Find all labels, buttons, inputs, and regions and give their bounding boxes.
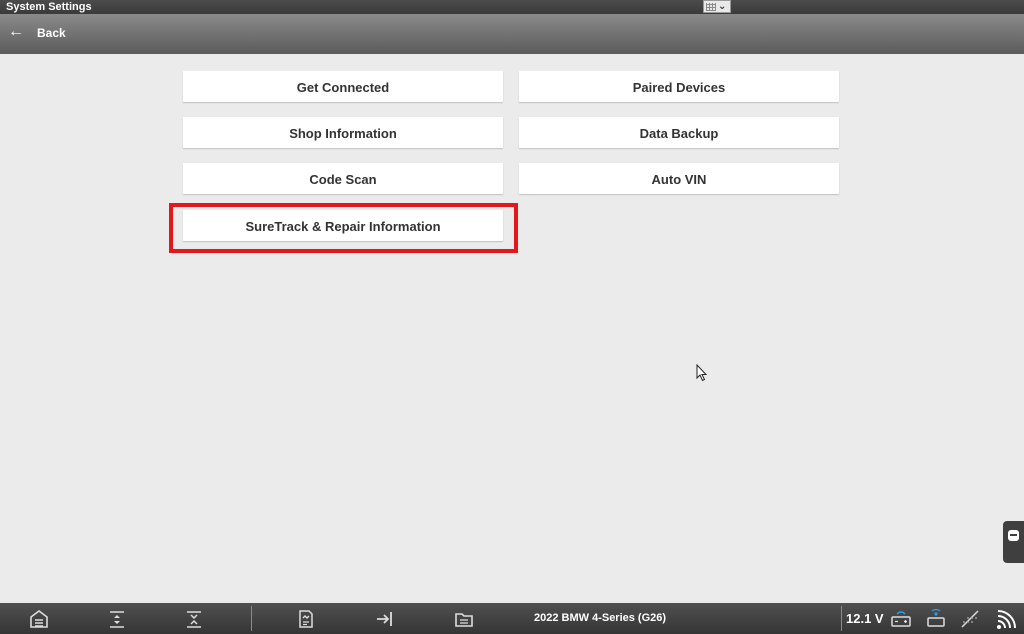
paired-devices-button[interactable]: Paired Devices bbox=[519, 71, 839, 102]
taskbar: 2022 BMW 4-Series (G26) 12.1 V bbox=[0, 603, 1024, 634]
move-up-down-icon[interactable] bbox=[105, 607, 129, 631]
back-button[interactable]: ← Back bbox=[0, 14, 80, 54]
home-icon[interactable] bbox=[27, 607, 51, 631]
title-bar: System Settings ⌄ bbox=[0, 0, 1024, 14]
vci-connection-icon bbox=[924, 607, 948, 631]
back-arrow-icon: ← bbox=[8, 23, 24, 40]
auto-vin-button[interactable]: Auto VIN bbox=[519, 163, 839, 194]
mouse-cursor-icon bbox=[696, 364, 708, 382]
wifi-icon bbox=[994, 607, 1018, 631]
battery-voltage: 12.1 V bbox=[846, 611, 884, 626]
grid-icon bbox=[706, 3, 716, 11]
collapse-list-icon[interactable] bbox=[182, 607, 206, 631]
collapse-icon bbox=[1008, 530, 1019, 541]
folder-icon[interactable] bbox=[452, 607, 476, 631]
no-signal-icon bbox=[958, 607, 982, 631]
suretrack-repair-information-button[interactable]: SureTrack & Repair Information bbox=[183, 210, 503, 241]
shop-information-button[interactable]: Shop Information bbox=[183, 117, 503, 148]
navigation-bar: ← Back bbox=[0, 14, 1024, 54]
exit-arrow-icon[interactable] bbox=[374, 607, 398, 631]
data-backup-button[interactable]: Data Backup bbox=[519, 117, 839, 148]
window-title: System Settings bbox=[6, 1, 92, 13]
vehicle-label: 2022 BMW 4-Series (G26) bbox=[534, 612, 667, 624]
taskbar-separator bbox=[251, 606, 252, 631]
back-label: Back bbox=[37, 26, 66, 40]
report-icon[interactable] bbox=[294, 607, 318, 631]
side-panel-tab[interactable] bbox=[1003, 521, 1024, 563]
code-scan-button[interactable]: Code Scan bbox=[183, 163, 503, 194]
taskbar-separator bbox=[841, 606, 842, 631]
get-connected-button[interactable]: Get Connected bbox=[183, 71, 503, 102]
chevron-down-icon: ⌄ bbox=[718, 1, 727, 12]
view-toggle-button[interactable]: ⌄ bbox=[703, 0, 731, 13]
battery-icon bbox=[889, 607, 913, 631]
